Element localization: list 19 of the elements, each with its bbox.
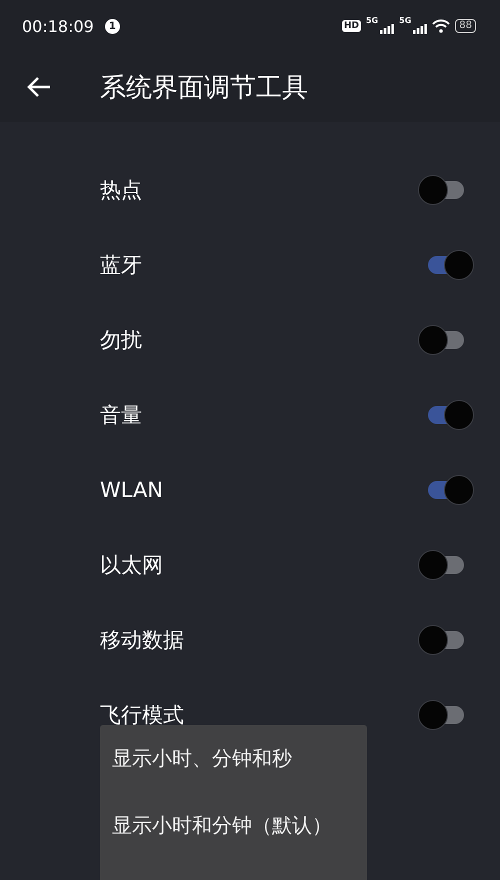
setting-label: 蓝牙 — [100, 252, 142, 278]
menu-option[interactable]: 显示小时和分钟（默认） — [100, 792, 367, 859]
status-time: 00:18:09 — [22, 16, 94, 36]
network-label: 5G — [366, 16, 378, 25]
signal-icon — [413, 24, 428, 34]
hd-badge: HD — [342, 20, 361, 32]
setting-label: WLAN — [100, 478, 164, 502]
setting-label: 以太网 — [100, 552, 163, 578]
notification-badge: 1 — [104, 18, 120, 34]
network-label: 5G — [399, 16, 412, 25]
back-arrow-icon[interactable] — [26, 76, 52, 98]
setting-label: 音量 — [100, 402, 142, 428]
setting-label: 热点 — [100, 176, 142, 204]
signal-icon — [380, 24, 394, 34]
wifi-icon — [432, 19, 450, 33]
setting-label: 移动数据 — [100, 626, 184, 654]
setting-label: 勿扰 — [100, 326, 142, 354]
page-title: 系统界面调节工具 — [100, 72, 308, 104]
battery-level: 88 — [455, 19, 476, 33]
